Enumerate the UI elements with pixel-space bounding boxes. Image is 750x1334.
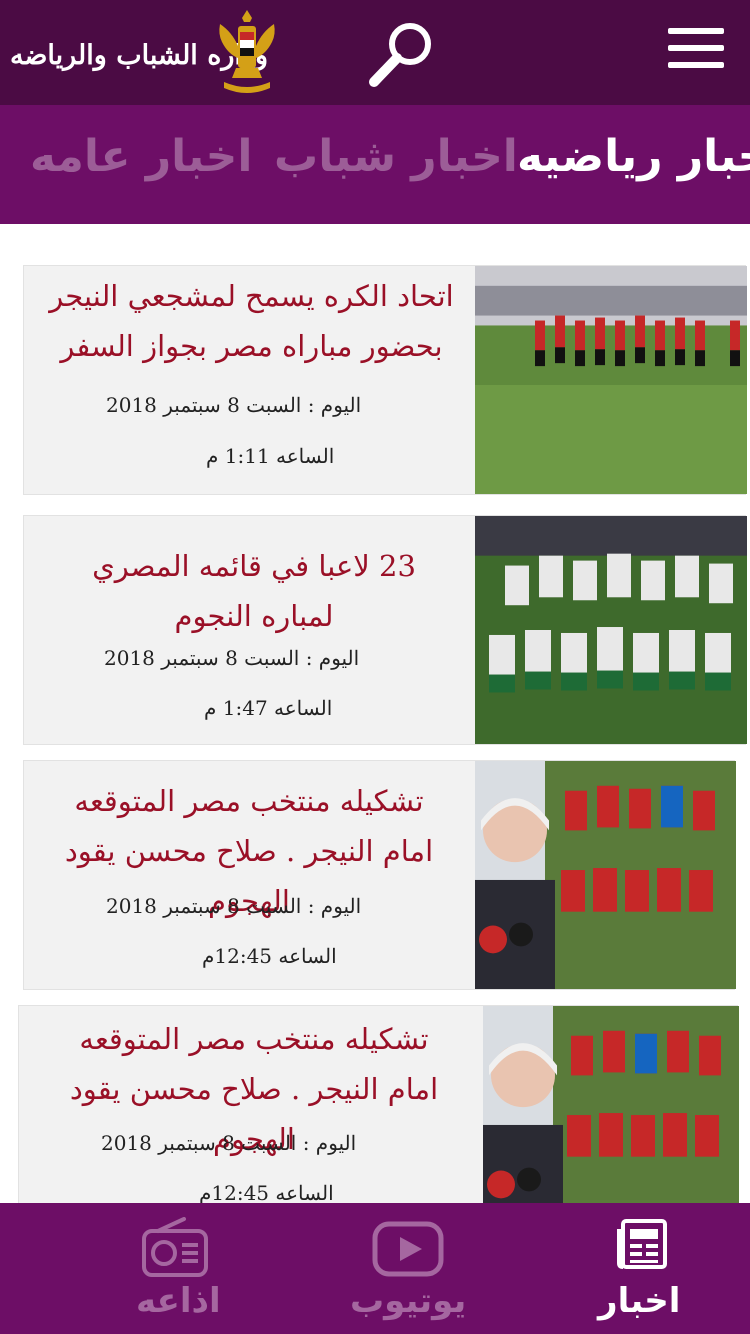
newspaper-icon <box>617 1219 667 1269</box>
nav-radio-label: اذاعه <box>136 1281 221 1321</box>
news-time: الساعه 1:47 م <box>204 696 333 720</box>
news-thumbnail <box>475 516 747 744</box>
nav-news-label: اخبار <box>598 1281 681 1321</box>
news-time: الساعه 1:11 م <box>206 444 335 468</box>
news-thumbnail <box>475 761 736 989</box>
news-card[interactable]: 23 لاعبا في قائمه المصري لمباره النجوم ا… <box>23 515 747 745</box>
news-date: اليوم : السبت 8 سبتمبر 2018 <box>106 894 362 918</box>
tab-sports-news[interactable]: اخبار رياضيه <box>517 131 750 182</box>
youtube-icon <box>372 1221 444 1277</box>
radio-icon <box>142 1217 208 1277</box>
nav-radio[interactable]: اذاعه <box>110 1203 250 1334</box>
news-list[interactable]: اتحاد الكره يسمح لمشجعي النيجر بحضور مبا… <box>0 224 750 1204</box>
nav-youtube-label: يوتيوب <box>350 1281 467 1321</box>
bottom-navigation: اخبار يوتيوب اذاعه <box>0 1203 750 1334</box>
egypt-eagle-emblem-icon <box>219 10 275 93</box>
tab-youth-news[interactable]: اخبار شباب <box>274 131 518 182</box>
news-thumbnail <box>483 1006 739 1204</box>
news-date: اليوم : السبت 8 سبتمبر 2018 <box>104 646 360 670</box>
news-card[interactable]: تشكيله منتخب مصر المتوقعه امام النيجر . … <box>18 1005 739 1204</box>
news-headline: اتحاد الكره يسمح لمشجعي النيجر بحضور مبا… <box>49 279 454 363</box>
news-thumbnail <box>475 266 747 494</box>
search-icon[interactable] <box>364 18 438 90</box>
top-bar: وزاره الشباب والرياضه <box>0 0 750 105</box>
nav-news[interactable]: اخبار <box>560 1203 750 1334</box>
menu-icon[interactable] <box>668 28 728 72</box>
category-tabs: اخبار رياضيه اخبار شباب اخبار عامه <box>0 105 750 224</box>
nav-youtube[interactable]: يوتيوب <box>330 1203 490 1334</box>
news-card[interactable]: اتحاد الكره يسمح لمشجعي النيجر بحضور مبا… <box>23 265 747 495</box>
news-time: الساعه 12:45م <box>202 944 337 968</box>
tab-general-news[interactable]: اخبار عامه <box>30 131 252 182</box>
news-date: اليوم : السبت 8 سبتمبر 2018 <box>106 393 362 417</box>
news-card[interactable]: تشكيله منتخب مصر المتوقعه امام النيجر . … <box>23 760 736 990</box>
news-date: اليوم : السبت 8 سبتمبر 2018 <box>101 1131 357 1155</box>
app-root: وزاره الشباب والرياضه اخبار رياضيه اخبار… <box>0 0 750 1334</box>
news-headline: 23 لاعبا في قائمه المصري لمباره النجوم <box>92 549 416 633</box>
news-time: الساعه 12:45م <box>199 1181 334 1204</box>
